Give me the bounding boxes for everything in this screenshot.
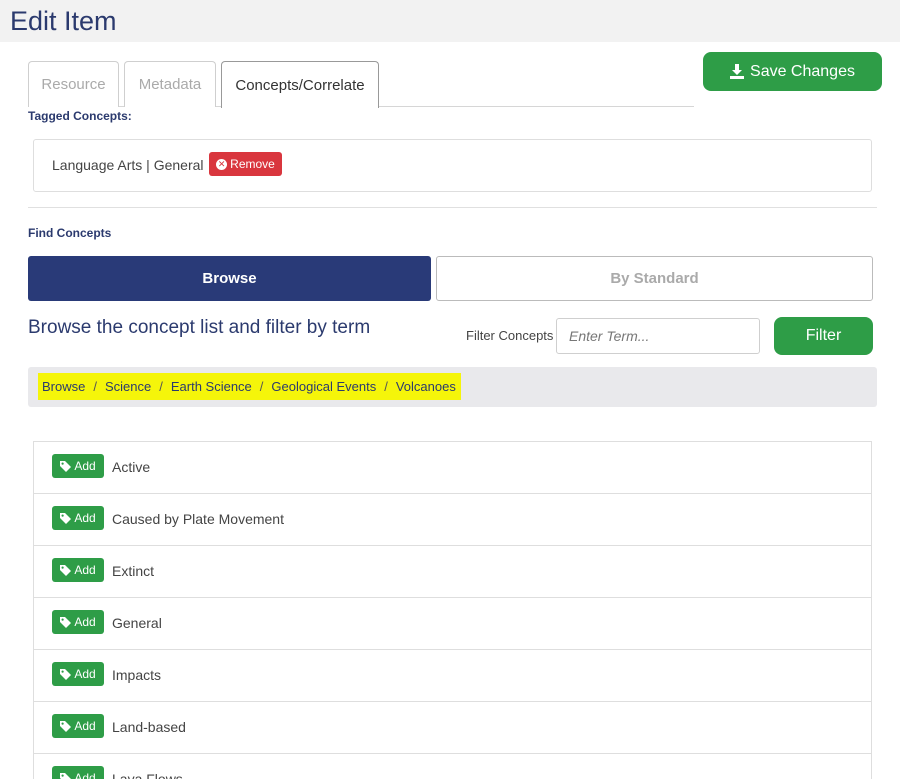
- filter-term-input[interactable]: [556, 318, 760, 354]
- list-item: Add Caused by Plate Movement: [34, 494, 871, 546]
- concept-label: Impacts: [112, 667, 162, 683]
- page-title: Edit Item: [10, 6, 117, 36]
- breadcrumb-separator: /: [93, 379, 97, 394]
- list-item: Add Extinct: [34, 546, 871, 598]
- tag-icon: [60, 720, 72, 732]
- browse-toggle-button[interactable]: Browse: [28, 256, 431, 301]
- list-item: Add General: [34, 598, 871, 650]
- find-concepts-label: Find Concepts: [28, 226, 112, 240]
- tab-concepts-correlate[interactable]: Concepts/Correlate: [221, 61, 379, 108]
- concept-list: Add Active Add Caused by Plate Movement …: [33, 441, 872, 779]
- breadcrumb-item-browse[interactable]: Browse: [42, 379, 85, 394]
- add-concept-button[interactable]: Add: [52, 506, 104, 530]
- list-item: Add Lava Flows: [34, 754, 871, 779]
- add-label: Add: [74, 615, 96, 629]
- concept-label: Caused by Plate Movement: [112, 511, 284, 527]
- add-label: Add: [74, 771, 96, 779]
- breadcrumb-item-earth-science[interactable]: Earth Science: [171, 379, 252, 394]
- list-item: Add Impacts: [34, 650, 871, 702]
- add-label: Add: [74, 667, 96, 681]
- add-concept-button[interactable]: Add: [52, 662, 104, 686]
- add-concept-button[interactable]: Add: [52, 454, 104, 478]
- remove-tag-button[interactable]: ✕ Remove: [209, 152, 282, 176]
- tag-icon: [60, 512, 72, 524]
- add-concept-button[interactable]: Add: [52, 610, 104, 634]
- add-concept-button[interactable]: Add: [52, 558, 104, 582]
- breadcrumb-separator: /: [259, 379, 264, 394]
- breadcrumb-bar: Browse / Science / Earth Science / Geolo…: [28, 367, 877, 407]
- breadcrumb: Browse / Science / Earth Science / Geolo…: [38, 373, 461, 400]
- title-bar: Edit Item: [0, 0, 900, 42]
- by-standard-toggle-button[interactable]: By Standard: [436, 256, 873, 301]
- tab-metadata[interactable]: Metadata: [124, 61, 216, 107]
- breadcrumb-separator: /: [384, 379, 388, 394]
- add-concept-button[interactable]: Add: [52, 714, 104, 738]
- add-label: Add: [74, 563, 96, 577]
- remove-circle-icon: ✕: [216, 158, 228, 170]
- save-changes-label: Save Changes: [750, 62, 855, 80]
- browse-heading: Browse the concept list and filter by te…: [28, 317, 371, 338]
- breadcrumb-item-geological-events[interactable]: Geological Events: [271, 379, 376, 394]
- tab-bar: Resource Metadata Concepts/Correlate: [28, 61, 694, 108]
- remove-label: Remove: [230, 157, 275, 171]
- list-item: Add Land-based: [34, 702, 871, 754]
- breadcrumb-separator: /: [159, 379, 163, 394]
- add-label: Add: [74, 511, 96, 525]
- concept-label: Land-based: [112, 719, 186, 735]
- add-concept-button[interactable]: Add: [52, 766, 104, 779]
- concept-label: Active: [112, 459, 151, 475]
- list-item: Add Active: [34, 442, 871, 494]
- add-label: Add: [74, 719, 96, 733]
- tag-icon: [60, 772, 72, 779]
- breadcrumb-item-science[interactable]: Science: [105, 379, 151, 394]
- tag-icon: [60, 616, 72, 628]
- section-divider: [28, 207, 877, 208]
- filter-concepts-label: Filter Concepts: [466, 328, 554, 343]
- tag-icon: [60, 460, 72, 472]
- concept-label: General: [112, 615, 162, 631]
- filter-button[interactable]: Filter: [774, 317, 873, 355]
- save-changes-button[interactable]: Save Changes: [703, 52, 882, 91]
- tagged-concept-text: Language Arts | General: [52, 157, 204, 173]
- tab-resource[interactable]: Resource: [28, 61, 119, 107]
- concept-label: Lava Flows: [112, 771, 183, 779]
- tagged-concepts-label: Tagged Concepts:: [28, 109, 132, 123]
- concept-label: Extinct: [112, 563, 155, 579]
- add-label: Add: [74, 459, 96, 473]
- tag-icon: [60, 564, 72, 576]
- tag-icon: [60, 668, 72, 680]
- tagged-concepts-box: Language Arts | General ✕ Remove: [33, 139, 872, 192]
- download-icon: [730, 64, 745, 79]
- breadcrumb-item-volcanoes[interactable]: Volcanoes: [396, 379, 456, 394]
